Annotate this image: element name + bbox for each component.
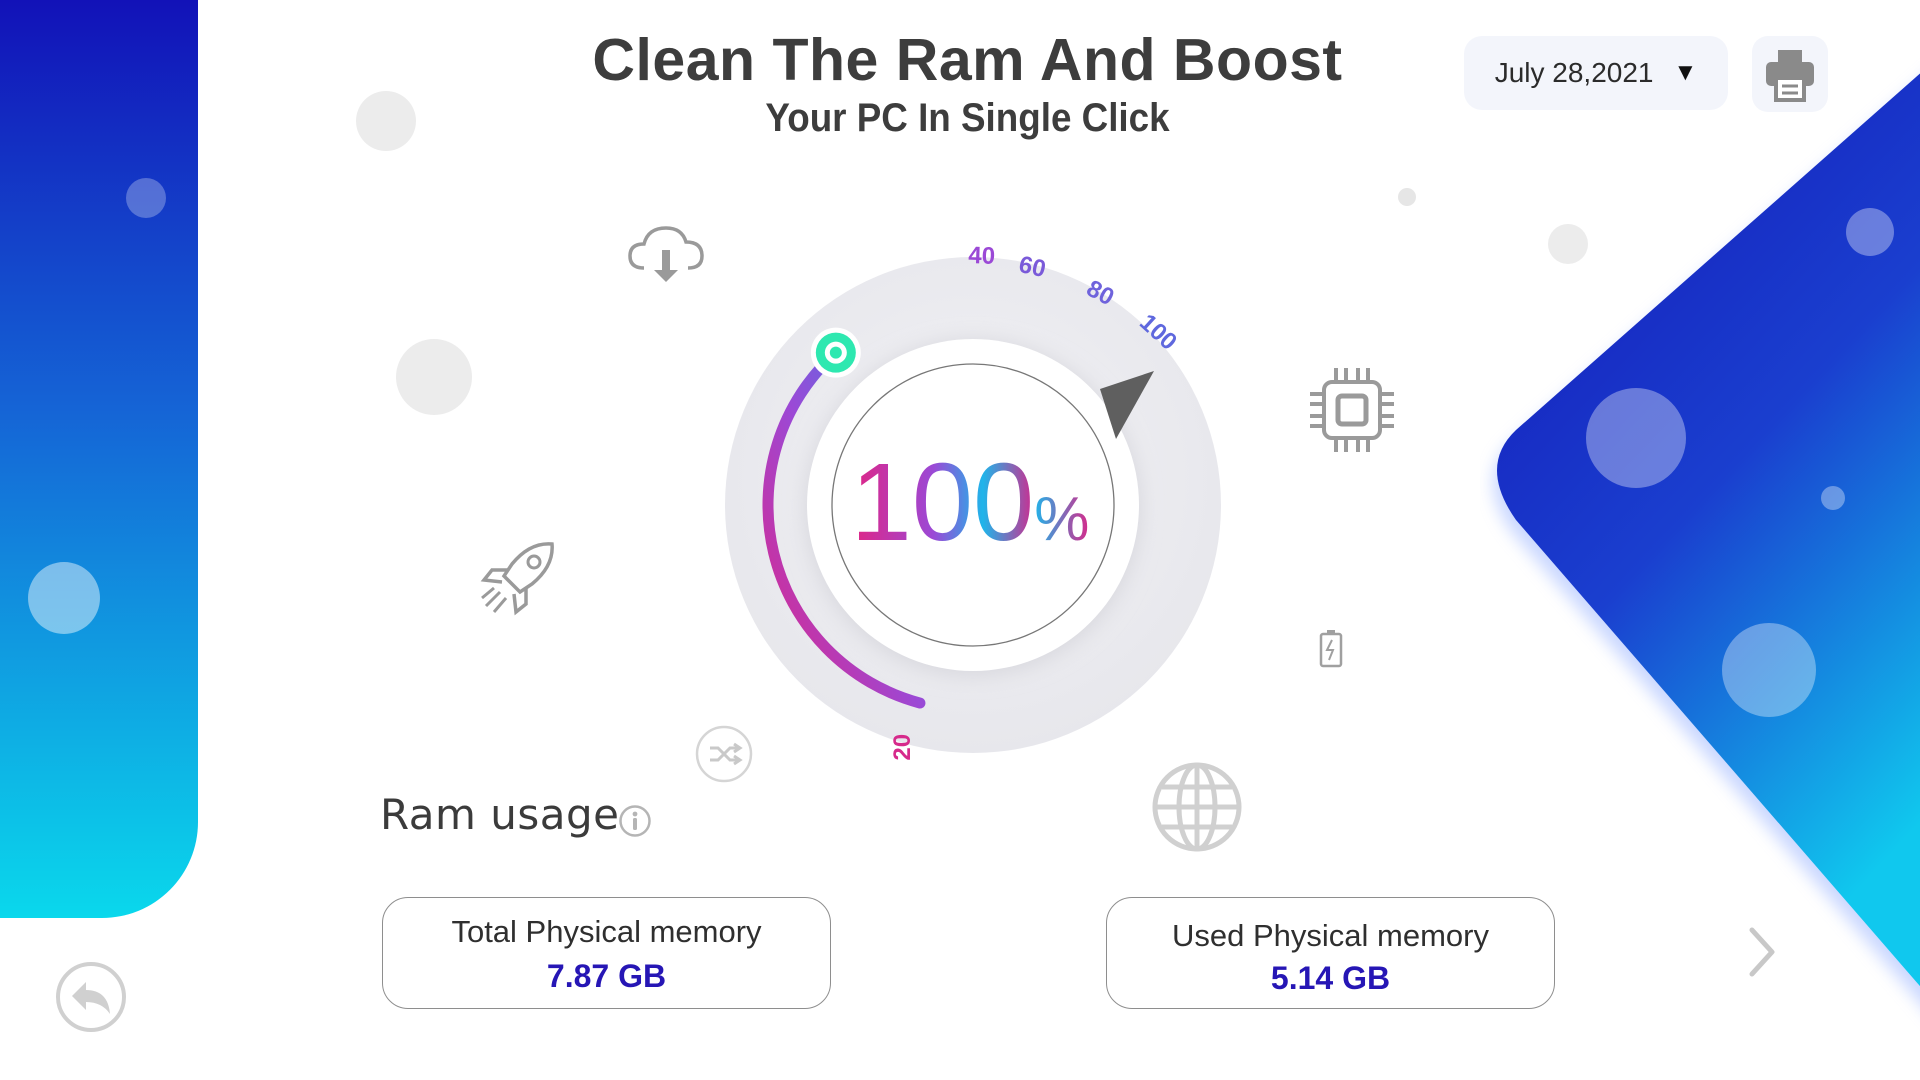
rocket-icon bbox=[480, 542, 554, 616]
globe-icon bbox=[1152, 762, 1242, 852]
percent-unit: % bbox=[1034, 485, 1090, 554]
page-subtitle: Your PC In Single Click bbox=[765, 96, 1170, 140]
gauge-tick-label: 40 bbox=[968, 242, 996, 270]
decor-dot bbox=[1846, 208, 1894, 256]
ram-usage-label: Ram usage bbox=[380, 790, 620, 839]
shuffle-icon bbox=[695, 725, 753, 783]
percent-value: 100 bbox=[850, 441, 1035, 564]
chevron-right-icon[interactable] bbox=[1742, 922, 1782, 982]
decor-dot bbox=[356, 91, 416, 151]
page-title: Clean The Ram And Boost bbox=[592, 27, 1343, 93]
left-decor-panel bbox=[0, 0, 198, 918]
cpu-chip-icon bbox=[1310, 368, 1394, 452]
battery-icon bbox=[1319, 630, 1343, 668]
decor-dot bbox=[1398, 188, 1416, 206]
total-memory-label: Total Physical memory bbox=[451, 914, 762, 949]
decor-dot bbox=[1548, 224, 1588, 264]
date-select-value: July 28,2021 bbox=[1494, 57, 1654, 88]
total-memory-value: 7.87 GB bbox=[546, 958, 667, 994]
decor-dot bbox=[126, 178, 166, 218]
decor-dot bbox=[28, 562, 100, 634]
used-memory-label: Used Physical memory bbox=[1172, 918, 1489, 953]
decor-dot bbox=[1586, 388, 1686, 488]
gauge-knob bbox=[810, 327, 861, 378]
gauge-tick-label: 20 bbox=[889, 734, 916, 761]
printer-icon bbox=[1766, 50, 1814, 102]
cloud-download-icon bbox=[628, 226, 704, 282]
back-arrow-icon[interactable] bbox=[54, 960, 128, 1034]
decor-dot bbox=[396, 339, 472, 415]
decor-dot bbox=[1821, 486, 1845, 510]
decor-dot bbox=[1722, 623, 1816, 717]
percent-readout: 100% bbox=[820, 438, 1120, 585]
total-memory-card: Total Physical memory 7.87 GB bbox=[382, 897, 831, 1009]
date-select[interactable]: July 28,2021 ▼ bbox=[1464, 36, 1728, 110]
used-memory-card: Used Physical memory 5.14 GB bbox=[1106, 897, 1555, 1009]
used-memory-value: 5.14 GB bbox=[1270, 960, 1391, 996]
print-button[interactable] bbox=[1752, 36, 1828, 112]
info-icon[interactable] bbox=[618, 804, 652, 838]
chevron-down-icon: ▼ bbox=[1673, 59, 1698, 86]
